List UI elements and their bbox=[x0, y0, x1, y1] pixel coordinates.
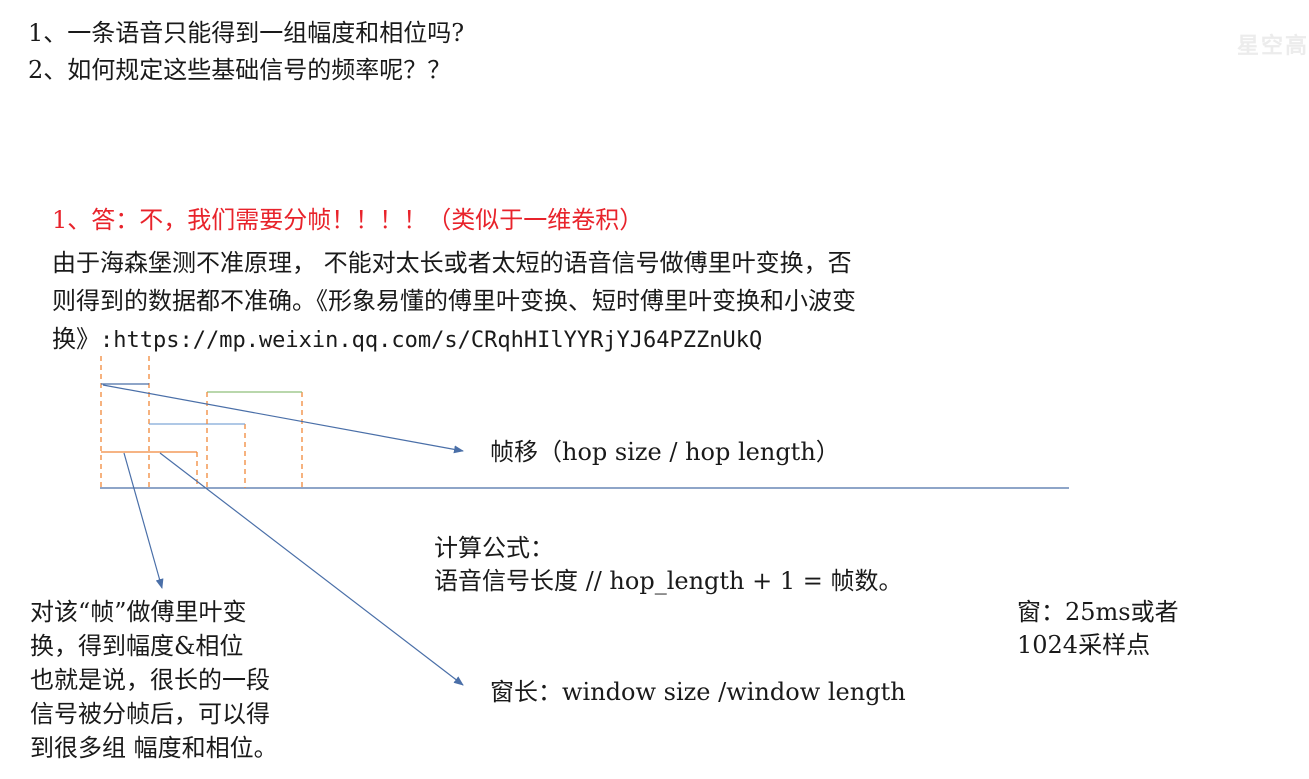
frame-note-line-5: 到很多组 幅度和相位。 bbox=[30, 734, 278, 762]
formula-title: 计算公式： bbox=[434, 534, 554, 562]
frame-boundaries bbox=[100, 356, 303, 488]
frame-arrow bbox=[123, 452, 164, 589]
frame-note-line-2: 换，得到幅度&相位 bbox=[30, 632, 244, 660]
window-note-line-1: 窗：25ms或者 bbox=[1017, 598, 1179, 626]
frame-note-line-3: 也就是说，很长的一段 bbox=[30, 666, 270, 694]
hop-label: 帧移（hop size / hop length） bbox=[490, 438, 840, 466]
formula-expression: 语音信号长度 // hop_length + 1 = 帧数。 bbox=[434, 567, 903, 595]
frame-note-line-4: 信号被分帧后，可以得 bbox=[30, 700, 270, 728]
formula-block: 计算公式： 语音信号长度 // hop_length + 1 = 帧数。 bbox=[434, 532, 903, 598]
window-note-line-2: 1024采样点 bbox=[1017, 631, 1151, 659]
frame-note: 对该“帧”做傅里叶变 换，得到幅度&相位 也就是说，很长的一段 信号被分帧后，可… bbox=[30, 595, 278, 765]
window-label: 窗长：window size /window length bbox=[490, 678, 906, 706]
frame-note-line-1: 对该“帧”做傅里叶变 bbox=[30, 598, 247, 626]
hop-arrow bbox=[102, 384, 464, 454]
window-note: 窗：25ms或者 1024采样点 bbox=[1017, 596, 1179, 662]
